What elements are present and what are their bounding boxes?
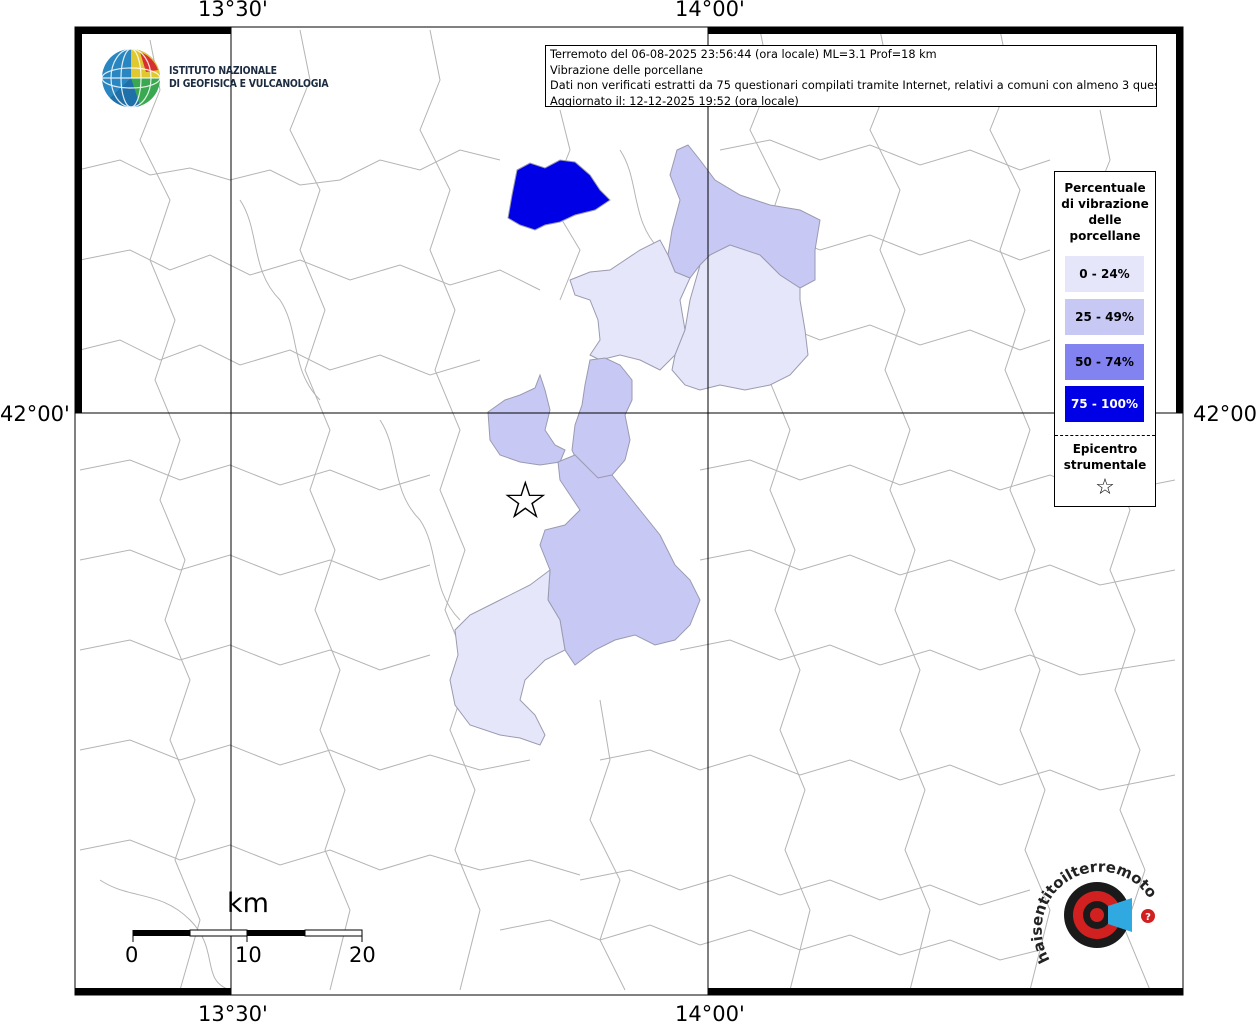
- legend-title: Percentuale di vibrazione delle porcella…: [1055, 180, 1155, 244]
- scale-tick-10: 10: [235, 943, 262, 967]
- scale-tick-20: 20: [349, 943, 376, 967]
- logo-line-1: ISTITUTO NAZIONALE: [169, 64, 277, 77]
- legend-class-50-74: 50 - 74%: [1065, 344, 1144, 380]
- updated-at: Aggiornato il: 12-12-2025 19:52 (ora loc…: [550, 94, 799, 107]
- epicenter-star-icon: ☆: [502, 471, 549, 531]
- legend-title-line-4: porcellane: [1069, 229, 1141, 243]
- legend-class-0-24: 0 - 24%: [1065, 256, 1144, 292]
- lon-label-bottom-left: 13°30': [198, 1002, 268, 1026]
- legend-title-line-1: Percentuale: [1064, 181, 1146, 195]
- logo-line-2: DI GEOFISICA E VULCANOLOGIA: [169, 77, 329, 90]
- lon-label-top-left: 13°30': [198, 0, 268, 21]
- scale-unit: km: [227, 888, 269, 919]
- epicenter-legend-star-icon: ☆: [1095, 475, 1115, 500]
- watermark-text: haisentitoilterremoto.it: [1030, 850, 1161, 966]
- legend: Percentuale di vibrazione delle porcella…: [1054, 171, 1156, 507]
- lat-label-right: 42°00': [1193, 402, 1257, 426]
- legend-title-line-2: di vibrazione: [1061, 197, 1149, 211]
- epicenter-title-line-1: Epicentro: [1072, 442, 1138, 456]
- legend-class-25-49: 25 - 49%: [1065, 299, 1144, 335]
- lon-label-top-right: 14°00': [675, 0, 745, 21]
- epicenter-title-line-2: strumentale: [1063, 458, 1147, 472]
- epicenter-legend-title: Epicentro strumentale: [1055, 441, 1155, 473]
- event-title: Terremoto del 06-08-2025 23:56:44 (ora l…: [550, 48, 937, 61]
- effect-name: Vibrazione delle porcellane: [550, 63, 703, 77]
- scale-tick-0: 0: [125, 943, 139, 967]
- lon-label-bottom-right: 14°00': [675, 1002, 745, 1026]
- data-note: Dati non verificati estratti da 75 quest…: [550, 79, 1157, 92]
- lat-label-left: 42°00': [0, 402, 70, 426]
- legend-class-75-100: 75 - 100%: [1065, 386, 1144, 422]
- ingv-logo-text: ISTITUTO NAZIONALE DI GEOFISICA E VULCAN…: [169, 64, 329, 90]
- ingv-logo-icon: [101, 48, 161, 108]
- event-info-box: Terremoto del 06-08-2025 23:56:44 (ora l…: [545, 45, 1157, 107]
- svg-text:haisentitoilterremoto.it: haisentitoilterremoto.it: [1030, 850, 1161, 966]
- legend-separator: [1055, 435, 1155, 436]
- legend-title-line-3: delle: [1088, 213, 1122, 227]
